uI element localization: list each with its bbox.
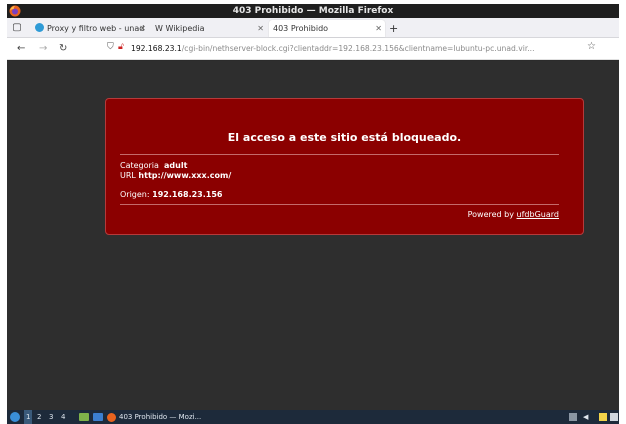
tab-label: 403 Prohibido <box>273 24 329 33</box>
bookmark-star-icon[interactable]: ☆ <box>587 41 596 52</box>
powered-by: Powered by ufdbGuard <box>468 210 559 219</box>
divider <box>120 204 559 205</box>
notes-icon[interactable] <box>599 413 607 421</box>
workspace-1[interactable]: 1 <box>24 410 33 424</box>
page-content: El acceso a este sitio está bloqueado. C… <box>7 61 619 410</box>
powered-prefix: Powered by <box>467 210 514 219</box>
start-menu-icon[interactable] <box>10 412 20 422</box>
url-bar[interactable]: 192.168.23.1/cgi-bin/nethserver-block.cg… <box>131 41 593 57</box>
taskbar-task-firefox[interactable]: 403 Prohibido — Mozi... <box>107 410 201 424</box>
nav-bar: ← → ↻ ⛉ 🔓︎ 192.168.23.1/cgi-bin/nethserv… <box>7 38 619 60</box>
new-tab-button[interactable]: + <box>389 20 398 37</box>
back-arrow-icon[interactable]: ← <box>17 41 25 57</box>
file-manager-icon[interactable] <box>79 413 89 421</box>
url-line: URL http://www.xxx.com/ <box>120 171 231 181</box>
clipboard-icon[interactable] <box>610 413 618 421</box>
shield-icon[interactable]: ⛉ <box>107 42 114 52</box>
category-line: Categoria adult <box>120 161 187 171</box>
workspace-4[interactable]: 4 <box>61 410 65 424</box>
origin-label: Origen: <box>120 190 150 199</box>
close-tab-icon[interactable]: ✕ <box>375 20 382 37</box>
tab-bar: ▢ Proxy y filtro web - unad ✕ W Wikipedi… <box>7 18 619 38</box>
network-icon[interactable] <box>569 413 577 421</box>
workspace-2[interactable]: 2 <box>37 410 41 424</box>
tab-label: Proxy y filtro web - unad <box>47 24 145 33</box>
block-heading: El acceso a este sitio está bloqueado. <box>227 131 462 144</box>
volume-icon[interactable]: ◀ <box>583 413 591 421</box>
tab-403[interactable]: 403 Prohibido ✕ <box>269 20 385 37</box>
close-tab-icon[interactable]: ✕ <box>257 20 264 37</box>
category-value: adult <box>164 161 188 170</box>
window-title: 403 Prohibido — Mozilla Firefox <box>232 6 394 16</box>
firefox-icon <box>107 413 116 422</box>
url-host: 192.168.23.1 <box>131 44 182 53</box>
close-tab-icon[interactable]: ✕ <box>139 20 146 37</box>
url-value: http://www.xxx.com/ <box>138 171 232 180</box>
tab-label: W Wikipedia <box>155 24 205 33</box>
screen: 403 Prohibido — Mozilla Firefox ▢ Proxy … <box>7 4 619 424</box>
block-notice: El acceso a este sitio está bloqueado. C… <box>105 98 584 235</box>
tab-wikipedia[interactable]: W Wikipedia ✕ <box>151 20 267 37</box>
globe-icon <box>35 23 44 32</box>
task-label: 403 Prohibido — Mozi... <box>119 413 202 421</box>
ufdbguard-link[interactable]: ufdbGuard <box>517 210 559 219</box>
tab-list-icon[interactable]: ▢ <box>10 21 24 35</box>
taskbar: 1 2 3 4 403 Prohibido — Mozi... ◀ <box>7 410 619 424</box>
workspace-3[interactable]: 3 <box>49 410 53 424</box>
origin-line: Origen: 192.168.23.156 <box>120 190 222 200</box>
origin-value: 192.168.23.156 <box>152 190 223 199</box>
insecure-lock-icon[interactable]: 🔓︎ <box>118 42 124 52</box>
category-label: Categoria <box>120 161 159 170</box>
folder-icon[interactable] <box>93 413 103 421</box>
divider <box>120 154 559 155</box>
tab-proxy[interactable]: Proxy y filtro web - unad ✕ <box>31 20 149 37</box>
title-bar: 403 Prohibido — Mozilla Firefox <box>7 4 619 18</box>
url-path: /cgi-bin/nethserver-block.cgi?clientaddr… <box>181 44 535 53</box>
url-label: URL <box>120 171 136 180</box>
forward-arrow-icon[interactable]: → <box>39 41 47 57</box>
reload-icon[interactable]: ↻ <box>59 41 67 57</box>
